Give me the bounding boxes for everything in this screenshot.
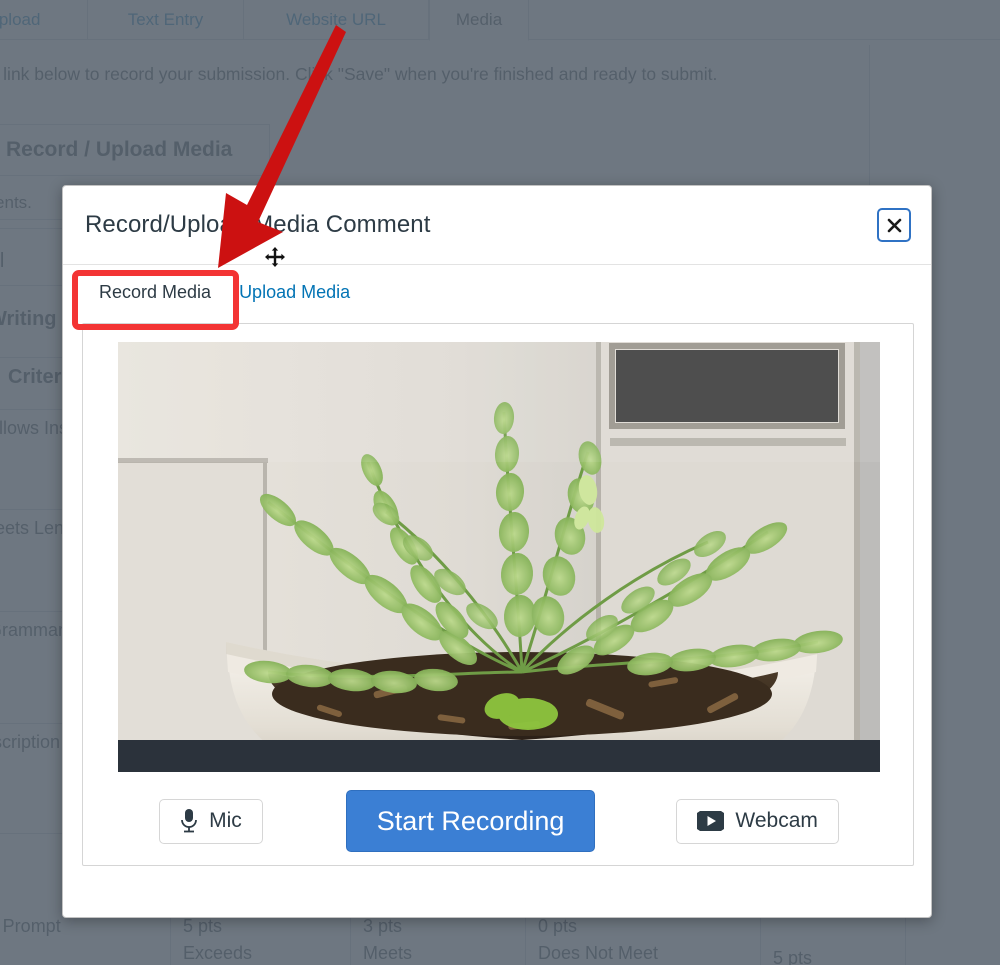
close-icon[interactable] — [877, 208, 911, 242]
dialog-tabs: Record Media Upload Media — [63, 265, 931, 319]
tab-record-media[interactable]: Record Media — [85, 282, 225, 319]
move-handle-icon[interactable] — [265, 247, 285, 267]
microphone-icon — [180, 808, 198, 834]
dialog-header: Record/Upload Media Comment — [63, 186, 931, 265]
tab-upload-media[interactable]: Upload Media — [225, 282, 364, 319]
webcam-preview[interactable] — [118, 342, 880, 772]
start-recording-button[interactable]: Start Recording — [345, 790, 596, 852]
screenshot-root: Upload Text Entry Website URL Media Use … — [0, 0, 1000, 965]
video-control-bar[interactable] — [118, 740, 880, 772]
mic-button-label: Mic — [209, 809, 242, 832]
webcam-icon — [697, 810, 725, 832]
webcam-button-label: Webcam — [735, 809, 818, 832]
dialog-title: Record/Upload Media Comment — [85, 211, 431, 238]
record-media-panel: Mic Start Recording Webcam — [82, 323, 914, 866]
recording-controls: Mic Start Recording Webcam — [83, 790, 915, 852]
mic-button[interactable]: Mic — [159, 798, 263, 844]
record-upload-media-dialog: Record/Upload Media Comment Record Media… — [62, 185, 932, 918]
webcam-button[interactable]: Webcam — [676, 798, 839, 844]
